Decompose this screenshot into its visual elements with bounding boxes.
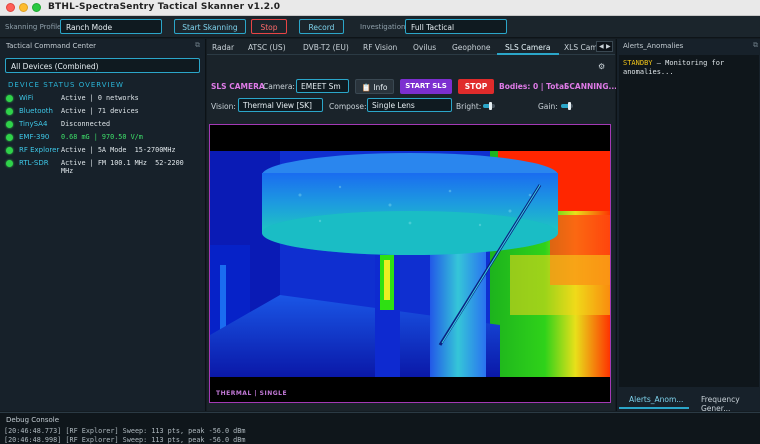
status-dot-icon <box>6 121 13 128</box>
device-row-rf-explorer: RF Explorer Active | 5A Mode 15-2700MHz <box>6 145 202 157</box>
maximize-window-button[interactable] <box>32 3 41 12</box>
investigation-label: Investigation: <box>360 23 408 31</box>
bodies-counter: Bodies: 0 | Total <box>499 82 567 91</box>
sls-control-bar: SLS CAMERA Camera: EMEET Sm 📋 Info START… <box>209 75 617 113</box>
bright-slider[interactable] <box>483 102 495 110</box>
compose-label: Compose: <box>329 102 367 111</box>
active-tab-indicator <box>619 407 689 409</box>
camera-select[interactable]: EMEET Sm <box>296 79 349 93</box>
info-button[interactable]: 📋 Info <box>355 79 394 94</box>
alerts-panel-title: Alerts_Anomalies <box>623 42 684 50</box>
profile-label: Skanning Profile: <box>5 23 64 31</box>
tab-scroll-arrows[interactable]: ◀ ▶ <box>596 41 613 52</box>
gain-slider-handle[interactable] <box>567 102 571 110</box>
scanning-status: SCANNING... <box>564 82 618 91</box>
tab-rf-vision[interactable]: RF Vision <box>363 43 397 52</box>
bright-slider-handle[interactable] <box>488 102 492 110</box>
compose-select[interactable]: Single Lens <box>367 98 452 112</box>
tab-geophone[interactable]: Geophone <box>452 43 491 52</box>
close-window-button[interactable] <box>6 3 15 12</box>
alerts-panel: Alerts_Anomalies ⧉ STANDBY — Monitoring … <box>616 39 760 413</box>
device-row-emf390: EMF-390 0.68 mG | 970.50 V/m <box>6 132 202 144</box>
device-status: Active | FM 100.1 MHz 52-2200 MHz <box>61 159 184 175</box>
tab-scroll-left-icon[interactable]: ◀ <box>599 43 604 50</box>
profile-select[interactable]: Ranch Mode <box>60 19 162 34</box>
thermal-image <box>210 125 610 402</box>
device-status: Active | 5A Mode 15-2700MHz <box>61 146 176 154</box>
bright-label: Bright: <box>456 102 482 111</box>
device-name: EMF-390 <box>19 133 50 141</box>
alert-message: STANDBY — Monitoring for anomalies... <box>623 59 757 77</box>
device-row-bluetooth: Bluetooth Active | 71 devices <box>6 106 202 118</box>
tactical-command-panel: Tactical Command Center ⧉ All Devices (C… <box>0 39 206 411</box>
tab-xls-camera[interactable]: XLS Cam <box>564 43 598 52</box>
tab-dvb-t2[interactable]: DVB-T2 (EU) <box>303 43 349 52</box>
vision-label: Vision: <box>211 102 236 111</box>
center-workspace: Radar ATSC (US) DVB-T2 (EU) RF Vision Ov… <box>207 39 617 411</box>
info-icon: 📋 <box>361 83 371 92</box>
sls-title: SLS CAMERA <box>211 82 265 91</box>
status-dot-icon <box>6 95 13 102</box>
device-row-tinysa4: TinySA4 Disconnected <box>6 119 202 131</box>
thermal-camera-viewer: THERMAL | SINGLE <box>209 124 611 403</box>
device-name: RTL-SDR <box>19 159 49 167</box>
tab-sls-camera[interactable]: SLS Camera <box>505 43 551 52</box>
device-name: TinySA4 <box>19 120 48 128</box>
camera-label: Camera: <box>263 82 295 91</box>
tab-scroll-right-icon[interactable]: ▶ <box>606 43 611 50</box>
stop-button[interactable]: Stop <box>251 19 287 34</box>
sls-stop-button[interactable]: STOP <box>458 79 494 94</box>
device-row-rtl-sdr: RTL-SDR Active | FM 100.1 MHz 52-2200 MH… <box>6 158 202 178</box>
status-dot-icon <box>6 134 13 141</box>
alert-status: STANDBY <box>623 59 653 67</box>
tab-frequency-generator[interactable]: Frequency Gener... <box>701 395 760 413</box>
active-tab-indicator <box>497 53 559 55</box>
panel-title: Tactical Command Center <box>6 42 97 50</box>
status-dot-icon <box>6 147 13 154</box>
device-status: 0.68 mG | 970.50 V/m <box>61 133 143 141</box>
window-title: BTHL-SpectraSentry Tactical Skanner v1.2… <box>48 2 281 12</box>
panel-float-icon[interactable]: ⧉ <box>753 41 760 49</box>
start-skanning-button[interactable]: Start Skanning <box>174 19 246 34</box>
vision-select[interactable]: Thermal View [SK] <box>238 98 323 112</box>
settings-gear-icon[interactable]: ⚙ <box>598 62 605 71</box>
panel-float-icon[interactable]: ⧉ <box>195 41 203 49</box>
record-button[interactable]: Record <box>299 19 344 34</box>
tab-atsc[interactable]: ATSC (US) <box>248 43 286 52</box>
gain-slider[interactable] <box>561 102 573 110</box>
debug-console-title: Debug Console <box>6 416 60 424</box>
alerts-log: STANDBY — Monitoring for anomalies... <box>619 55 759 387</box>
tab-alerts-anomalies[interactable]: Alerts_Anom... <box>629 395 683 404</box>
info-button-label: Info <box>373 83 388 92</box>
debug-log-line: [20:46:48.773] [RF Explorer] Sweep: 113 … <box>4 427 246 435</box>
device-name: RF Explorer <box>19 146 60 154</box>
tab-bar: Radar ATSC (US) DVB-T2 (EU) RF Vision Ov… <box>207 39 615 55</box>
gain-label: Gain: <box>538 102 558 111</box>
tab-radar[interactable]: Radar <box>212 43 234 52</box>
debug-console: Debug Console [20:46:48.773] [RF Explore… <box>0 412 760 444</box>
minimize-window-button[interactable] <box>19 3 28 12</box>
alerts-tab-bar: Alerts_Anom... Frequency Gener... <box>617 391 760 413</box>
main-toolbar: Skanning Profile: Ranch Mode Start Skann… <box>0 16 760 38</box>
debug-log-line: [20:46:48.998] [RF Explorer] Sweep: 113 … <box>4 436 246 444</box>
device-row-wifi: WiFi Active | 0 networks <box>6 93 202 105</box>
device-status: Active | 0 networks <box>61 94 139 102</box>
start-sls-button[interactable]: START SLS <box>400 79 452 94</box>
investigation-select[interactable]: Full Tactical <box>405 19 507 34</box>
tab-ovilus[interactable]: Ovilus <box>413 43 436 52</box>
device-status-heading: DEVICE STATUS OVERVIEW <box>8 81 124 89</box>
device-status: Active | 71 devices <box>61 107 139 115</box>
device-select[interactable]: All Devices (Combined) <box>5 58 200 73</box>
device-name: Bluetooth <box>19 107 53 115</box>
device-status: Disconnected <box>61 120 111 128</box>
device-name: WiFi <box>19 94 34 102</box>
viewer-mode-label: THERMAL | SINGLE <box>216 390 288 397</box>
window-titlebar: BTHL-SpectraSentry Tactical Skanner v1.2… <box>0 0 760 16</box>
status-dot-icon <box>6 160 13 167</box>
status-dot-icon <box>6 108 13 115</box>
